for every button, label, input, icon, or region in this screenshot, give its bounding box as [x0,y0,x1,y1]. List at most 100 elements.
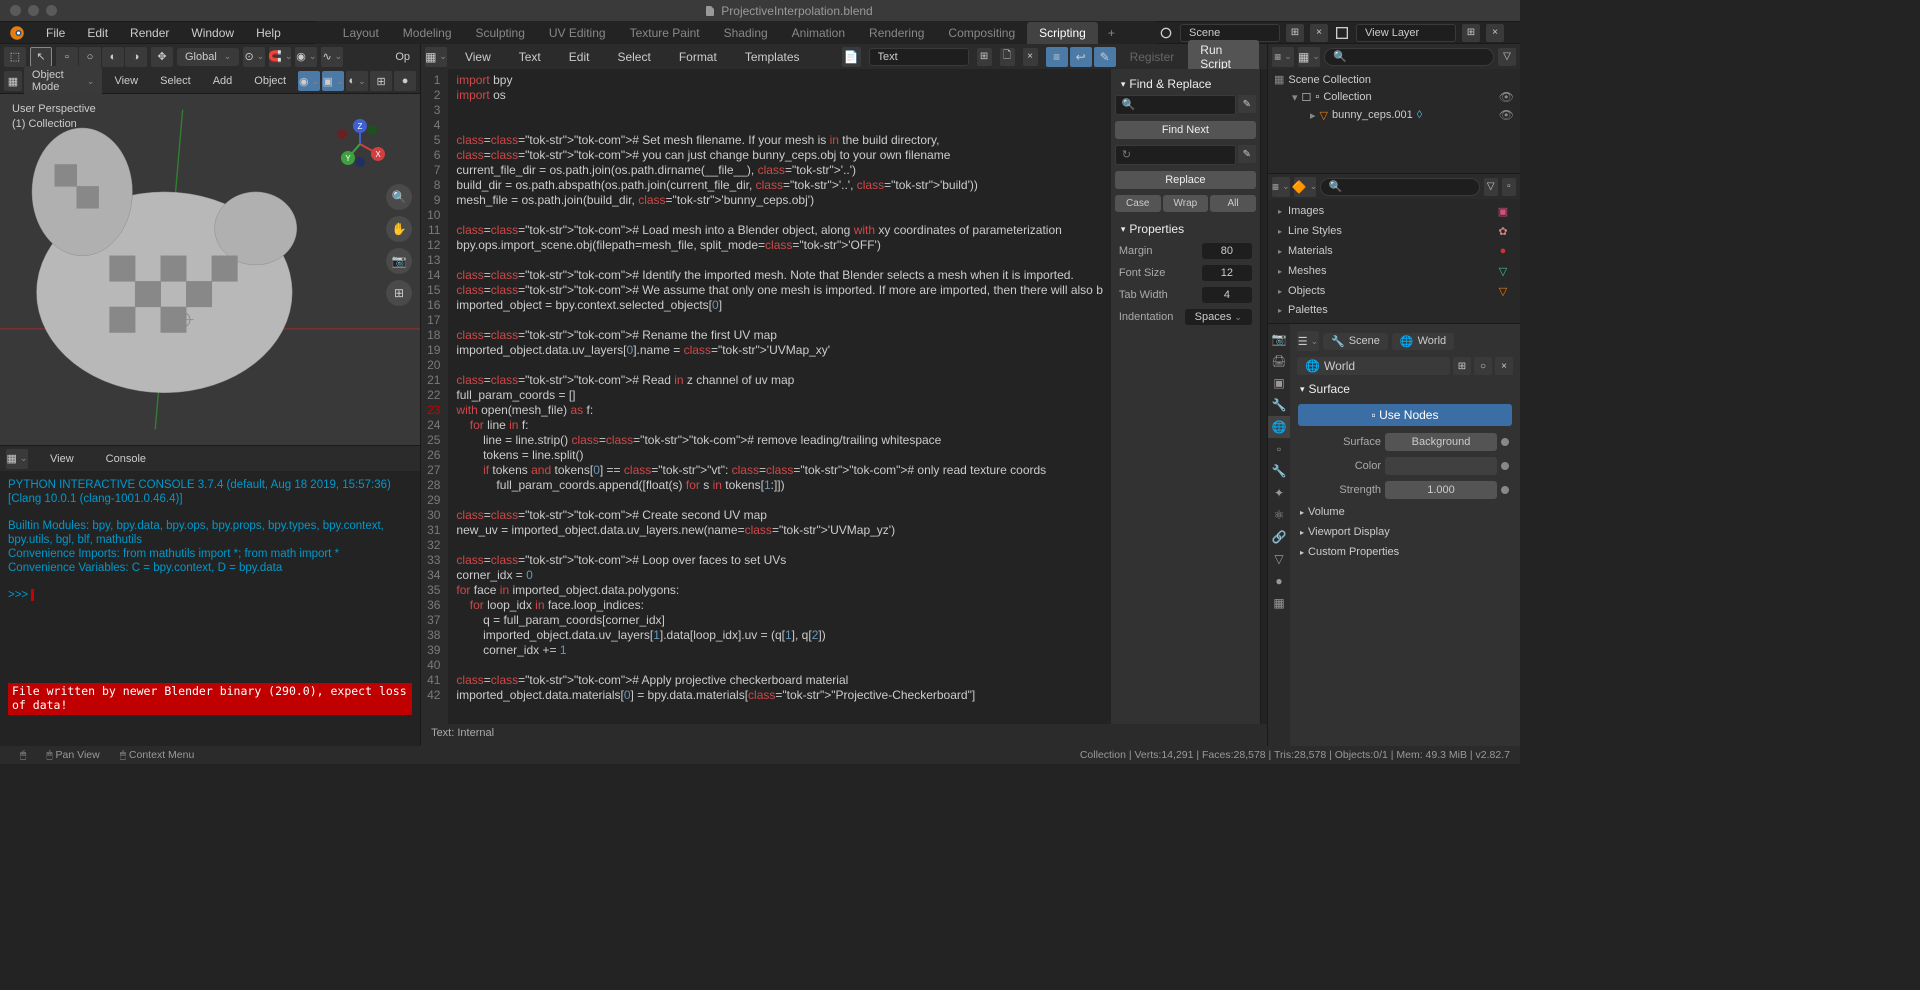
case-toggle[interactable]: Case [1115,195,1161,212]
world-browse[interactable]: ⊞ [1453,357,1471,375]
margin-value[interactable]: 80 [1202,243,1252,259]
wrap-toggle[interactable]: Wrap [1163,195,1209,212]
workspace-tab-sculpting[interactable]: Sculpting [464,22,537,44]
indentation-value[interactable]: Spaces [1185,309,1252,325]
find-replace-header[interactable]: Find & Replace [1115,73,1256,95]
outliner-object-bunny[interactable]: ▸ ▽ bunny_ceps.001 ◊ 👁 [1272,106,1516,124]
mode-dropdown[interactable]: Object Mode [24,66,103,96]
word-wrap-toggle[interactable]: ↩ [1070,47,1092,67]
pan-icon[interactable]: ✋ [386,216,412,242]
outliner-search[interactable] [1324,48,1494,66]
text-menu-text[interactable]: Text [509,47,551,67]
browser-palettes[interactable]: Palettes [1272,301,1516,319]
3d-viewport[interactable]: ⬚ ↖ ▫ ○ ◐ ◑ ✥ Global ⊙ 🧲 ◉ ∿ Op ▦ Object… [0,44,420,446]
browser-search[interactable] [1320,178,1480,196]
workspace-add-button[interactable]: + [1098,22,1125,44]
find-eyedropper[interactable]: ✎ [1238,95,1256,113]
properties-header[interactable]: Properties [1115,218,1256,240]
viewport-menu-select[interactable]: Select [150,72,201,90]
select-lasso-icon[interactable]: ◐ [102,47,124,67]
replace-input[interactable] [1115,145,1236,165]
menu-edit[interactable]: Edit [77,23,118,43]
workspace-tab-compositing[interactable]: Compositing [936,22,1027,44]
prop-tab-output[interactable]: 🖨 [1268,350,1290,372]
find-next-button[interactable]: Find Next [1115,121,1256,139]
browser-materials[interactable]: Materials● [1272,241,1516,261]
maximize-window-button[interactable] [46,5,57,16]
menu-render[interactable]: Render [120,23,179,43]
text-browse-button[interactable]: ⊞ [977,48,992,66]
text-menu-edit[interactable]: Edit [559,47,600,67]
shading-solid-icon[interactable]: ● [394,71,416,91]
console-output[interactable]: PYTHON INTERACTIVE CONSOLE 3.7.4 (defaul… [0,471,420,746]
syntax-highlight-toggle[interactable]: ✎ [1094,47,1116,67]
strength-node-socket[interactable] [1501,486,1509,494]
perspective-icon[interactable]: ⊞ [386,280,412,306]
console-menu-view[interactable]: View [40,450,84,468]
zoom-icon[interactable]: 🔍 [386,184,412,210]
snap-dropdown[interactable]: 🧲 [269,47,291,67]
world-new[interactable]: ○ [1474,357,1492,375]
prop-tab-physics[interactable]: ⚛ [1268,504,1290,526]
text-unlink-button[interactable]: × [1023,48,1038,66]
options-button[interactable]: Op [389,48,416,66]
select-circle-icon[interactable]: ○ [79,47,101,67]
tabwidth-value[interactable]: 4 [1202,287,1252,303]
breadcrumb-scene[interactable]: 🔧 Scene [1323,333,1388,350]
prop-tab-material[interactable]: ● [1268,570,1290,592]
prop-tab-scene[interactable]: 🔧 [1268,394,1290,416]
browser-display-mode[interactable]: 🔶 [1294,177,1316,197]
console-menu-console[interactable]: Console [96,450,156,468]
layer-browse-button[interactable]: ⊞ [1462,24,1480,42]
prop-tab-data[interactable]: ▽ [1268,548,1290,570]
text-menu-templates[interactable]: Templates [735,47,810,67]
editor-type-selector[interactable]: ▦ [4,71,22,91]
text-name-input[interactable] [869,48,969,66]
outliner-display-mode[interactable]: ▦ [1298,47,1320,67]
viewport-menu-object[interactable]: Object [244,72,296,90]
orientation-dropdown[interactable]: Global [177,48,239,66]
workspace-tab-scripting[interactable]: Scripting [1027,22,1098,44]
text-menu-select[interactable]: Select [607,47,660,67]
browser-objects[interactable]: Objects▽ [1272,281,1516,301]
texteditor-type-button[interactable]: ▦ [425,47,447,67]
workspace-tab-modeling[interactable]: Modeling [391,22,464,44]
text-menu-view[interactable]: View [455,47,501,67]
collection-visibility-toggle[interactable]: 👁 [1499,90,1514,104]
prop-tab-modifier[interactable]: 🔧 [1268,460,1290,482]
outliner-editor-type[interactable]: ≡ [1272,47,1294,67]
viewport-display-section[interactable]: Viewport Display [1294,522,1516,542]
all-toggle[interactable]: All [1210,195,1256,212]
browser-filter2-button[interactable]: ▫ [1502,178,1516,196]
line-numbers-toggle[interactable]: ≡ [1046,47,1068,67]
replace-button[interactable]: Replace [1115,171,1256,189]
prop-tab-constraint[interactable]: 🔗 [1268,526,1290,548]
surface-section-header[interactable]: Surface [1294,378,1516,400]
layer-delete-button[interactable]: × [1486,24,1504,42]
prop-tab-world[interactable]: 🌐 [1268,416,1290,438]
strength-value[interactable]: 1.000 [1385,481,1497,499]
custom-properties-section[interactable]: Custom Properties [1294,542,1516,562]
prop-tab-object[interactable]: ▫ [1268,438,1290,460]
move-tool-icon[interactable]: ✥ [151,47,173,67]
shading-toggle[interactable]: ◐ [346,71,368,91]
text-datablock-icon[interactable]: 📄 [842,47,860,67]
viewport-menu-add[interactable]: Add [203,72,243,90]
prop-tab-render[interactable]: 📷 [1268,328,1290,350]
viewport-menu-view[interactable]: View [104,72,148,90]
surface-node-socket[interactable] [1501,438,1509,446]
outliner-scene-collection[interactable]: ▦ Scene Collection [1272,71,1516,88]
prop-tab-texture[interactable]: ▦ [1268,592,1290,614]
select-box-icon[interactable]: ▫ [56,47,78,67]
menu-window[interactable]: Window [181,23,244,43]
prop-tab-particle[interactable]: ✦ [1268,482,1290,504]
scene-name-input[interactable] [1180,24,1280,42]
world-unlink[interactable]: × [1495,357,1513,375]
curve-dropdown[interactable]: ∿ [321,47,343,67]
color-node-socket[interactable] [1501,462,1509,470]
prop-tab-viewlayer[interactable]: ▣ [1268,372,1290,394]
scene-delete-button[interactable]: × [1310,24,1328,42]
world-datablock[interactable]: 🌐 World [1297,357,1450,375]
browser-linestyles[interactable]: Line Styles✿ [1272,221,1516,241]
text-menu-format[interactable]: Format [669,47,727,67]
